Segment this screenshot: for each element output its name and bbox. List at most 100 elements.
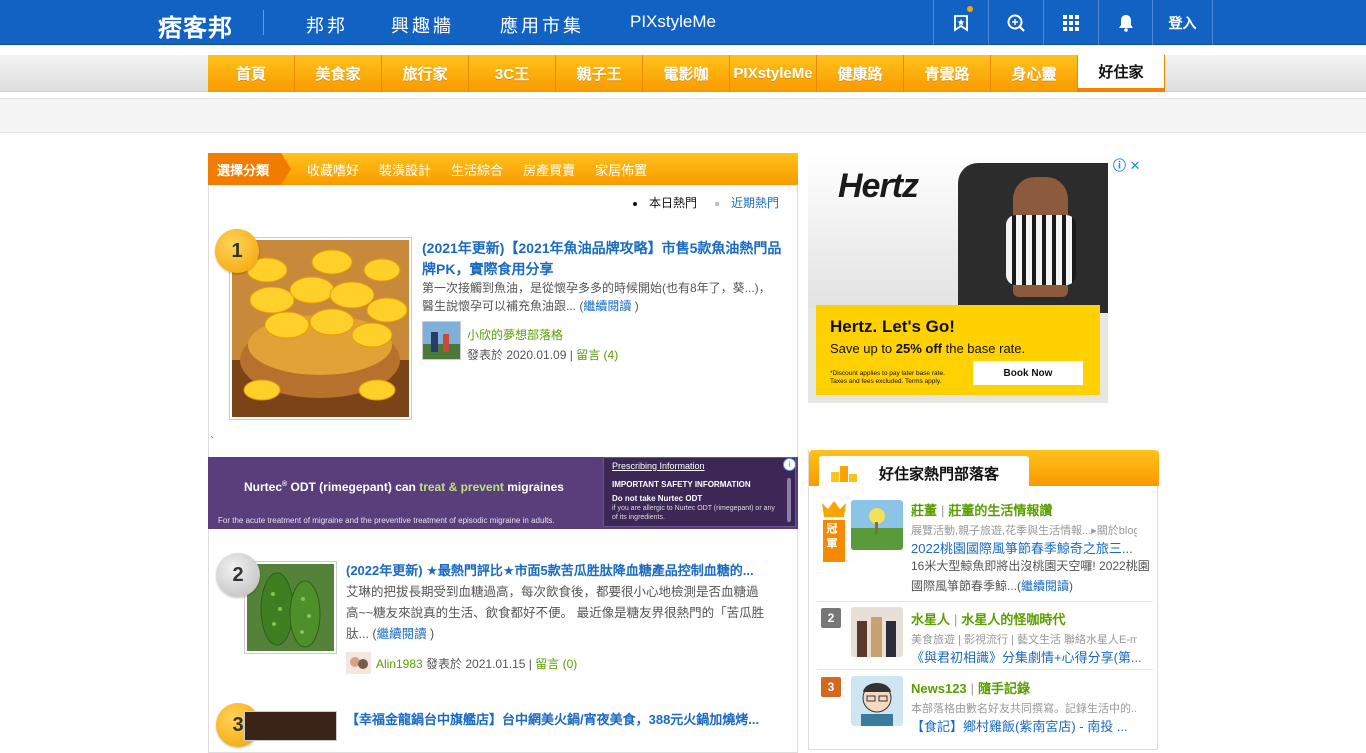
ad-scrollbar[interactable] bbox=[787, 478, 791, 522]
article-1-title[interactable]: (2021年更新)【2021年魚油品牌攻略】市售5款魚油熱門品牌PK，實際食用分… bbox=[422, 238, 787, 280]
article-2-author-avatar[interactable] bbox=[346, 652, 371, 674]
blogger-2-avatar[interactable] bbox=[851, 607, 903, 657]
grid-icon bbox=[1063, 14, 1079, 31]
ad-choices-icon[interactable]: ⓘ ✕ bbox=[1113, 155, 1141, 174]
top-bar: 痞客邦 邦邦 興趣牆 應用市集 PIXstyleMe 登入 bbox=[0, 0, 1366, 45]
hertz-logo: Hertz bbox=[838, 167, 919, 205]
blogger-item[interactable]: 3 News123 | 隨手記錄 本部落格由數名好友共同撰寫。記錄生活中的... 【… bbox=[817, 676, 1153, 735]
channel-health[interactable]: 健康路 bbox=[817, 55, 904, 92]
channel-career[interactable]: 青雲路 bbox=[904, 55, 991, 92]
ad-headline-end: migraines bbox=[503, 480, 564, 494]
safety-heading: IMPORTANT SAFETY INFORMATION bbox=[612, 480, 751, 489]
divider bbox=[817, 669, 1153, 670]
panel-title: 好住家熱門部落客 bbox=[879, 466, 1000, 483]
nav-pixstyleme[interactable]: PIXstyleMe bbox=[630, 12, 716, 32]
tab-today-hot[interactable]: 本日熱門 bbox=[633, 194, 697, 211]
blogger-3-post[interactable]: 【食記】鄉村雞飯(紫南宮店) - 南投 ... bbox=[911, 716, 1147, 735]
blogger-item[interactable]: 冠軍 莊董 | 莊董的生活情報讚 展覽活動,親子旅遊,花季與生活情報...▸關於bl… bbox=[817, 500, 1153, 600]
bookmark-star-icon bbox=[954, 14, 968, 32]
blogger-3-name: News123 | 隨手記錄 bbox=[911, 681, 1031, 696]
ad-treat-prevent: treat & prevent bbox=[419, 480, 504, 494]
stray-char: ` bbox=[210, 434, 214, 448]
search-button[interactable] bbox=[988, 0, 1043, 45]
blogger-1-excerpt: 16米大型鯨魚即將出沒桃園天空囉! 2022桃園國際風箏節春季鯨...(繼續閱讀… bbox=[911, 556, 1161, 596]
channel-food[interactable]: 美食家 bbox=[295, 55, 382, 92]
article-1-author-avatar[interactable] bbox=[422, 321, 461, 360]
article-3-thumbnail[interactable] bbox=[244, 711, 337, 741]
hertz-ad[interactable]: Hertz Hertz. Let's Go! Save up to 25% of… bbox=[808, 153, 1108, 403]
article-2-author[interactable]: Alin1983 bbox=[376, 657, 423, 671]
blogger-1-avatar[interactable] bbox=[851, 500, 903, 550]
article-2-read-more[interactable]: 繼續閱讀 bbox=[377, 627, 427, 641]
bitter-melon-image bbox=[247, 564, 334, 651]
site-logo[interactable]: 痞客邦 bbox=[158, 8, 233, 43]
hertz-title: Hertz. Let's Go! bbox=[830, 317, 955, 336]
ad-info-icon[interactable]: i bbox=[783, 458, 796, 471]
channel-home-living[interactable]: 好住家 bbox=[1078, 55, 1165, 92]
channel-home[interactable]: 首頁 bbox=[208, 55, 295, 92]
channel-travel[interactable]: 旅行家 bbox=[382, 55, 469, 92]
blogger-3-blog-link[interactable]: 隨手記錄 bbox=[978, 681, 1030, 696]
blogger-1-name-link[interactable]: 莊董 bbox=[911, 503, 937, 518]
category-life[interactable]: 生活綜合 bbox=[451, 160, 503, 179]
sub-strip bbox=[0, 98, 1366, 133]
article-2-comments[interactable]: 留言 (0) bbox=[535, 657, 577, 671]
article-1-comments[interactable]: 留言 (4) bbox=[576, 348, 618, 362]
channel-movie[interactable]: 電影咖 bbox=[643, 55, 730, 92]
login-button[interactable]: 登入 bbox=[1152, 0, 1213, 45]
blogger-3-avatar[interactable] bbox=[851, 676, 903, 726]
podium-icon bbox=[831, 466, 857, 482]
author-avatar-image bbox=[346, 652, 371, 674]
bookmark-button[interactable] bbox=[933, 0, 988, 45]
safety-allergy: if you are allergic to Nurtec ODT (rimeg… bbox=[612, 505, 775, 521]
channel-mind[interactable]: 身心靈 bbox=[991, 55, 1078, 92]
article-1-thumbnail[interactable] bbox=[229, 237, 412, 420]
article-3-title[interactable]: 【幸福金龍鍋台中旗艦店】台中網美火鍋/宵夜美食，388元火鍋加燒烤... bbox=[346, 709, 771, 730]
category-collect[interactable]: 收藏嗜好 bbox=[307, 160, 359, 179]
blogger-1-excerpt-end: ) bbox=[1069, 579, 1074, 593]
search-icon bbox=[1007, 14, 1025, 32]
panel-tab: 好住家熱門部落客 bbox=[819, 456, 1029, 486]
article-1-author[interactable]: 小欣的夢想部落格 bbox=[467, 326, 563, 343]
nav-app-market[interactable]: 應用市集 bbox=[500, 12, 584, 38]
blogger-3-name-link[interactable]: News123 bbox=[911, 681, 967, 696]
article-2-desc-end: ) bbox=[426, 627, 435, 641]
hertz-subtitle: Save up to 25% off the base rate. bbox=[830, 341, 1025, 356]
blogger-1-post[interactable]: 2022桃園國際風箏節春季鯨奇之旅三... bbox=[911, 538, 1147, 557]
sweater-image bbox=[1006, 215, 1076, 285]
blogger-1-read-more[interactable]: 繼續閱讀 bbox=[1021, 579, 1069, 593]
nurtec-ad[interactable]: Nurtec® ODT (rimegepant) can treat & pre… bbox=[208, 457, 798, 529]
panel-header: 好住家熱門部落客 bbox=[809, 450, 1159, 486]
article-2-title[interactable]: (2022年更新) ★最熱門評比★市面5款苦瓜胜肽降血糖產品控制血糖的... bbox=[346, 560, 771, 581]
article-2-meta: Alin1983 發表於 2021.01.15 | 留言 (0) bbox=[376, 655, 577, 672]
blogger-2-desc: 美食旅遊 | 影視流行 | 藝文生活 聯絡水星人E-m... bbox=[911, 634, 1137, 646]
safety-warning: Do not take Nurtec ODT bbox=[612, 494, 703, 503]
article-1-date: 發表於 2020.01.09 | bbox=[467, 348, 577, 362]
ad-headline: Nurtec® ODT (rimegepant) can treat & pre… bbox=[244, 480, 564, 494]
category-decor-design[interactable]: 裝潢設計 bbox=[379, 160, 431, 179]
channel-pixstyleme[interactable]: PIXstyleMe bbox=[730, 55, 817, 92]
article-1-read-more[interactable]: 繼續閱讀 bbox=[583, 299, 631, 313]
blogger-3-desc: 本部落格由數名好友共同撰寫。記錄生活中的... bbox=[911, 703, 1137, 715]
blogger-1-blog-link[interactable]: 莊董的生活情報讚 bbox=[948, 503, 1052, 518]
tab-today-label: 本日熱門 bbox=[649, 196, 698, 210]
channel-3c[interactable]: 3C王 bbox=[469, 55, 556, 92]
apps-button[interactable] bbox=[1043, 0, 1098, 45]
notifications-button[interactable] bbox=[1098, 0, 1153, 45]
logo-divider bbox=[263, 10, 264, 35]
nav-bangbang[interactable]: 邦邦 bbox=[306, 12, 348, 38]
blogger-1-name: 莊董 | 莊董的生活情報讚 bbox=[911, 503, 1053, 518]
tab-recent-hot[interactable]: 近期熱門 bbox=[715, 194, 779, 211]
nav-interest-wall[interactable]: 興趣牆 bbox=[391, 12, 454, 38]
hertz-fine-print: *Discount applies to pay later base rate… bbox=[830, 370, 945, 385]
category-furnishing[interactable]: 家居佈置 bbox=[595, 160, 647, 179]
prescribing-info-link[interactable]: Prescribing Information bbox=[612, 461, 705, 471]
book-now-button[interactable]: Book Now bbox=[973, 361, 1083, 385]
category-real-estate[interactable]: 房產買賣 bbox=[523, 160, 575, 179]
blogger-item[interactable]: 2 水星人 | 水星人的怪咖時代 美食旅遊 | 影視流行 | 藝文生活 聯絡水星人E… bbox=[817, 607, 1153, 666]
hertz-offer-box: Hertz. Let's Go! Save up to 25% off the … bbox=[816, 305, 1100, 395]
channel-parenting[interactable]: 親子王 bbox=[556, 55, 643, 92]
blogger-2-name-link[interactable]: 水星人 bbox=[911, 612, 950, 627]
blogger-2-post[interactable]: 《與君初相識》分集劇情+心得分享(第... bbox=[911, 647, 1147, 666]
blogger-2-blog-link[interactable]: 水星人的怪咖時代 bbox=[961, 612, 1065, 627]
